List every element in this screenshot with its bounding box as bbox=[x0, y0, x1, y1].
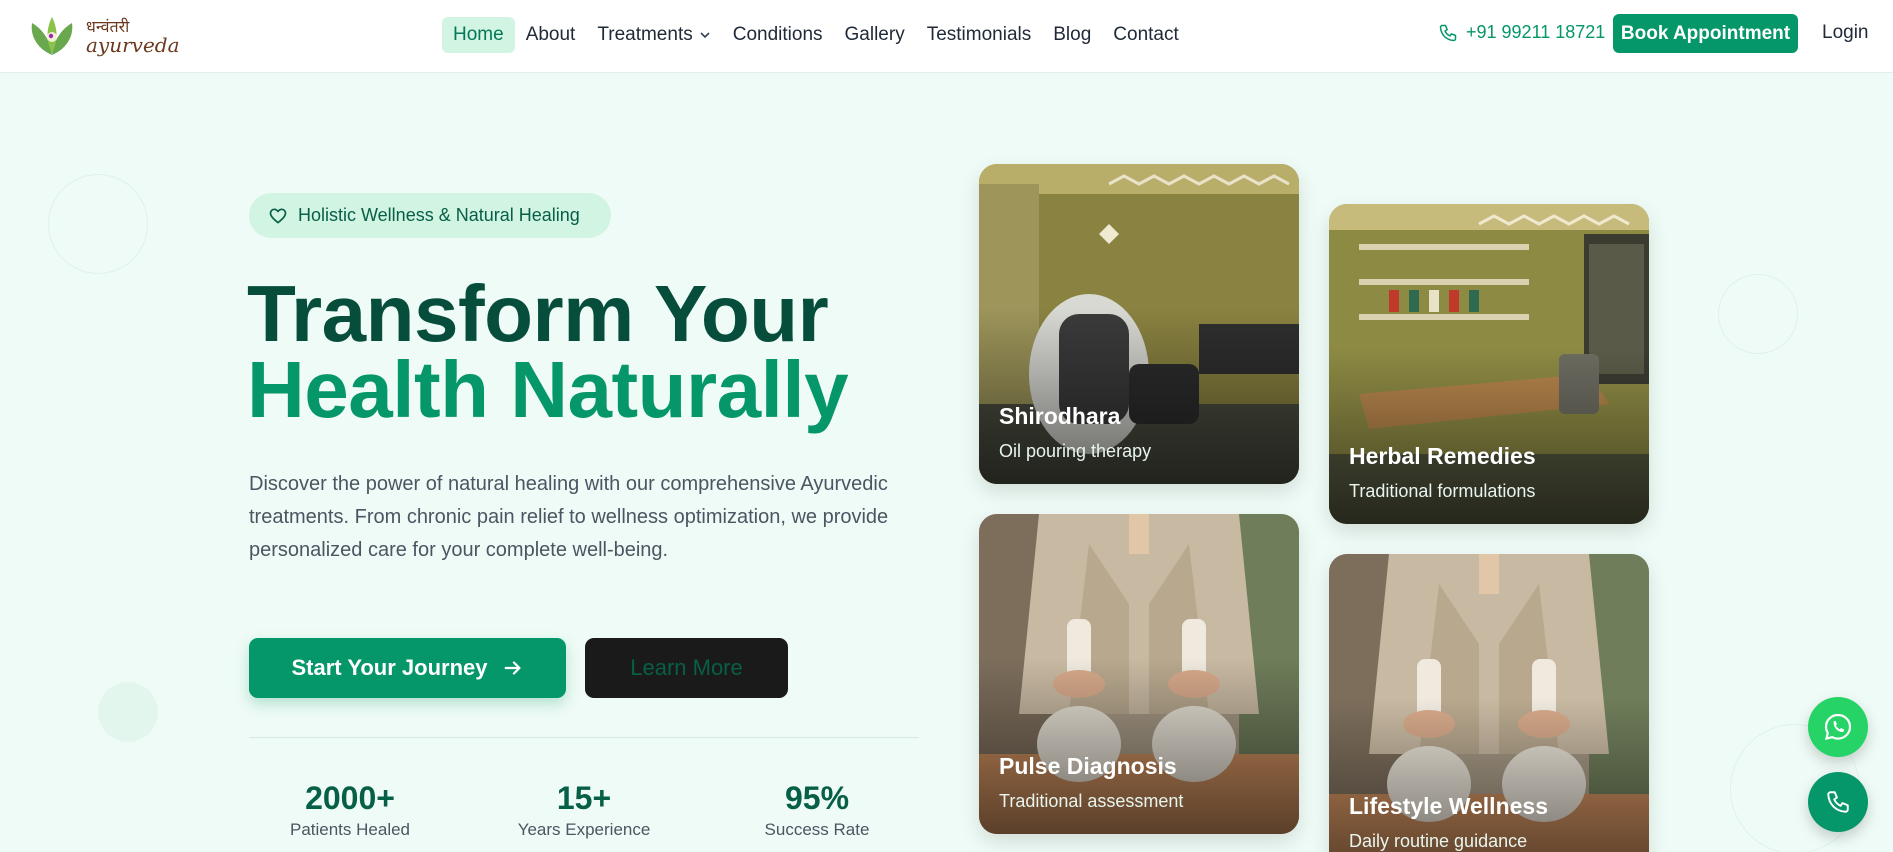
card-lifestyle-wellness[interactable]: Lifestyle Wellness Daily routine guidanc… bbox=[1329, 554, 1649, 852]
brand-logo[interactable]: धन्वंतरी ayurveda bbox=[24, 12, 196, 60]
card-overlay bbox=[1329, 698, 1649, 852]
hero-description: Discover the power of natural healing wi… bbox=[249, 473, 889, 561]
whatsapp-icon bbox=[1824, 713, 1852, 740]
card-subtitle: Oil pouring therapy bbox=[999, 441, 1152, 461]
decorative-circle bbox=[98, 682, 158, 742]
nav-item-gallery[interactable]: Gallery bbox=[834, 17, 916, 53]
phone-number: +91 99211 18721 bbox=[1466, 22, 1606, 42]
card-title: Herbal Remedies bbox=[1349, 443, 1536, 469]
book-appointment-button[interactable]: Book Appointment bbox=[1613, 14, 1798, 53]
card-herbal-remedies[interactable]: Herbal Remedies Traditional formulations bbox=[1329, 204, 1649, 524]
card-pulse-diagnosis[interactable]: Pulse Diagnosis Traditional assessment bbox=[979, 514, 1299, 834]
stat-value: 2000+ bbox=[305, 780, 395, 816]
heart-icon bbox=[269, 208, 287, 223]
hero-title-line2: Health Naturally bbox=[247, 345, 849, 434]
card-title: Lifestyle Wellness bbox=[1349, 793, 1548, 819]
decorative-circle bbox=[48, 174, 148, 274]
whatsapp-button[interactable] bbox=[1808, 697, 1868, 757]
stat-label: Patients Healed bbox=[289, 820, 411, 839]
hero-title-line1: Transform Your bbox=[247, 269, 829, 358]
stat-value: 15+ bbox=[556, 780, 612, 816]
card-title: Pulse Diagnosis bbox=[999, 753, 1177, 779]
card-shirodhara[interactable]: Shirodhara Oil pouring therapy bbox=[979, 164, 1299, 484]
stat-label: Success Rate bbox=[764, 820, 870, 839]
hero-badge-label: Holistic Wellness & Natural Healing bbox=[298, 205, 580, 225]
nav-item-conditions[interactable]: Conditions bbox=[722, 17, 834, 53]
stat-experience: 15+ Years Experience bbox=[484, 780, 684, 840]
lotus-leaf-icon bbox=[31, 17, 73, 55]
nav-item-blog[interactable]: Blog bbox=[1042, 17, 1102, 53]
login-link[interactable]: Login bbox=[1822, 22, 1869, 44]
learn-more-button[interactable]: Learn More bbox=[585, 638, 788, 698]
phone-call-icon bbox=[1827, 791, 1849, 813]
card-subtitle: Traditional formulations bbox=[1349, 481, 1536, 501]
nav-item-testimonials[interactable]: Testimonials bbox=[916, 17, 1043, 53]
stat-patients: 2000+ Patients Healed bbox=[250, 780, 450, 840]
card-title: Shirodhara bbox=[999, 403, 1121, 429]
card-subtitle: Daily routine guidance bbox=[1349, 831, 1528, 851]
phone-icon bbox=[1439, 24, 1457, 41]
decorative-circle bbox=[1718, 274, 1798, 354]
call-button[interactable] bbox=[1808, 772, 1868, 832]
stat-value: 95% bbox=[784, 780, 850, 816]
phone-link[interactable]: +91 99211 18721 bbox=[1438, 22, 1605, 43]
nav-item-treatments-label: Treatments bbox=[597, 23, 693, 45]
card-subtitle: Traditional assessment bbox=[999, 791, 1184, 811]
nav-item-home[interactable]: Home bbox=[442, 16, 515, 53]
stat-success: 95% Success Rate bbox=[717, 780, 917, 840]
hero-title: Transform Your Health Naturally bbox=[247, 269, 849, 434]
chevron-down-icon bbox=[700, 31, 710, 38]
logo-text-english: ayurveda bbox=[86, 33, 180, 57]
main-nav: Home About Treatments Conditions Gallery… bbox=[442, 16, 1190, 53]
hero-badge: Holistic Wellness & Natural Healing bbox=[249, 193, 611, 238]
start-journey-label: Start Your Journey bbox=[291, 655, 488, 680]
start-journey-button[interactable]: Start Your Journey bbox=[249, 638, 566, 698]
nav-item-contact[interactable]: Contact bbox=[1102, 17, 1189, 53]
stats-divider bbox=[249, 737, 919, 738]
nav-item-about[interactable]: About bbox=[515, 17, 587, 53]
arrow-right-icon bbox=[504, 661, 521, 675]
site-header: धन्वंतरी ayurveda Home About Treatments … bbox=[0, 0, 1893, 73]
nav-item-treatments[interactable]: Treatments bbox=[586, 17, 721, 53]
stat-label: Years Experience bbox=[517, 820, 651, 839]
